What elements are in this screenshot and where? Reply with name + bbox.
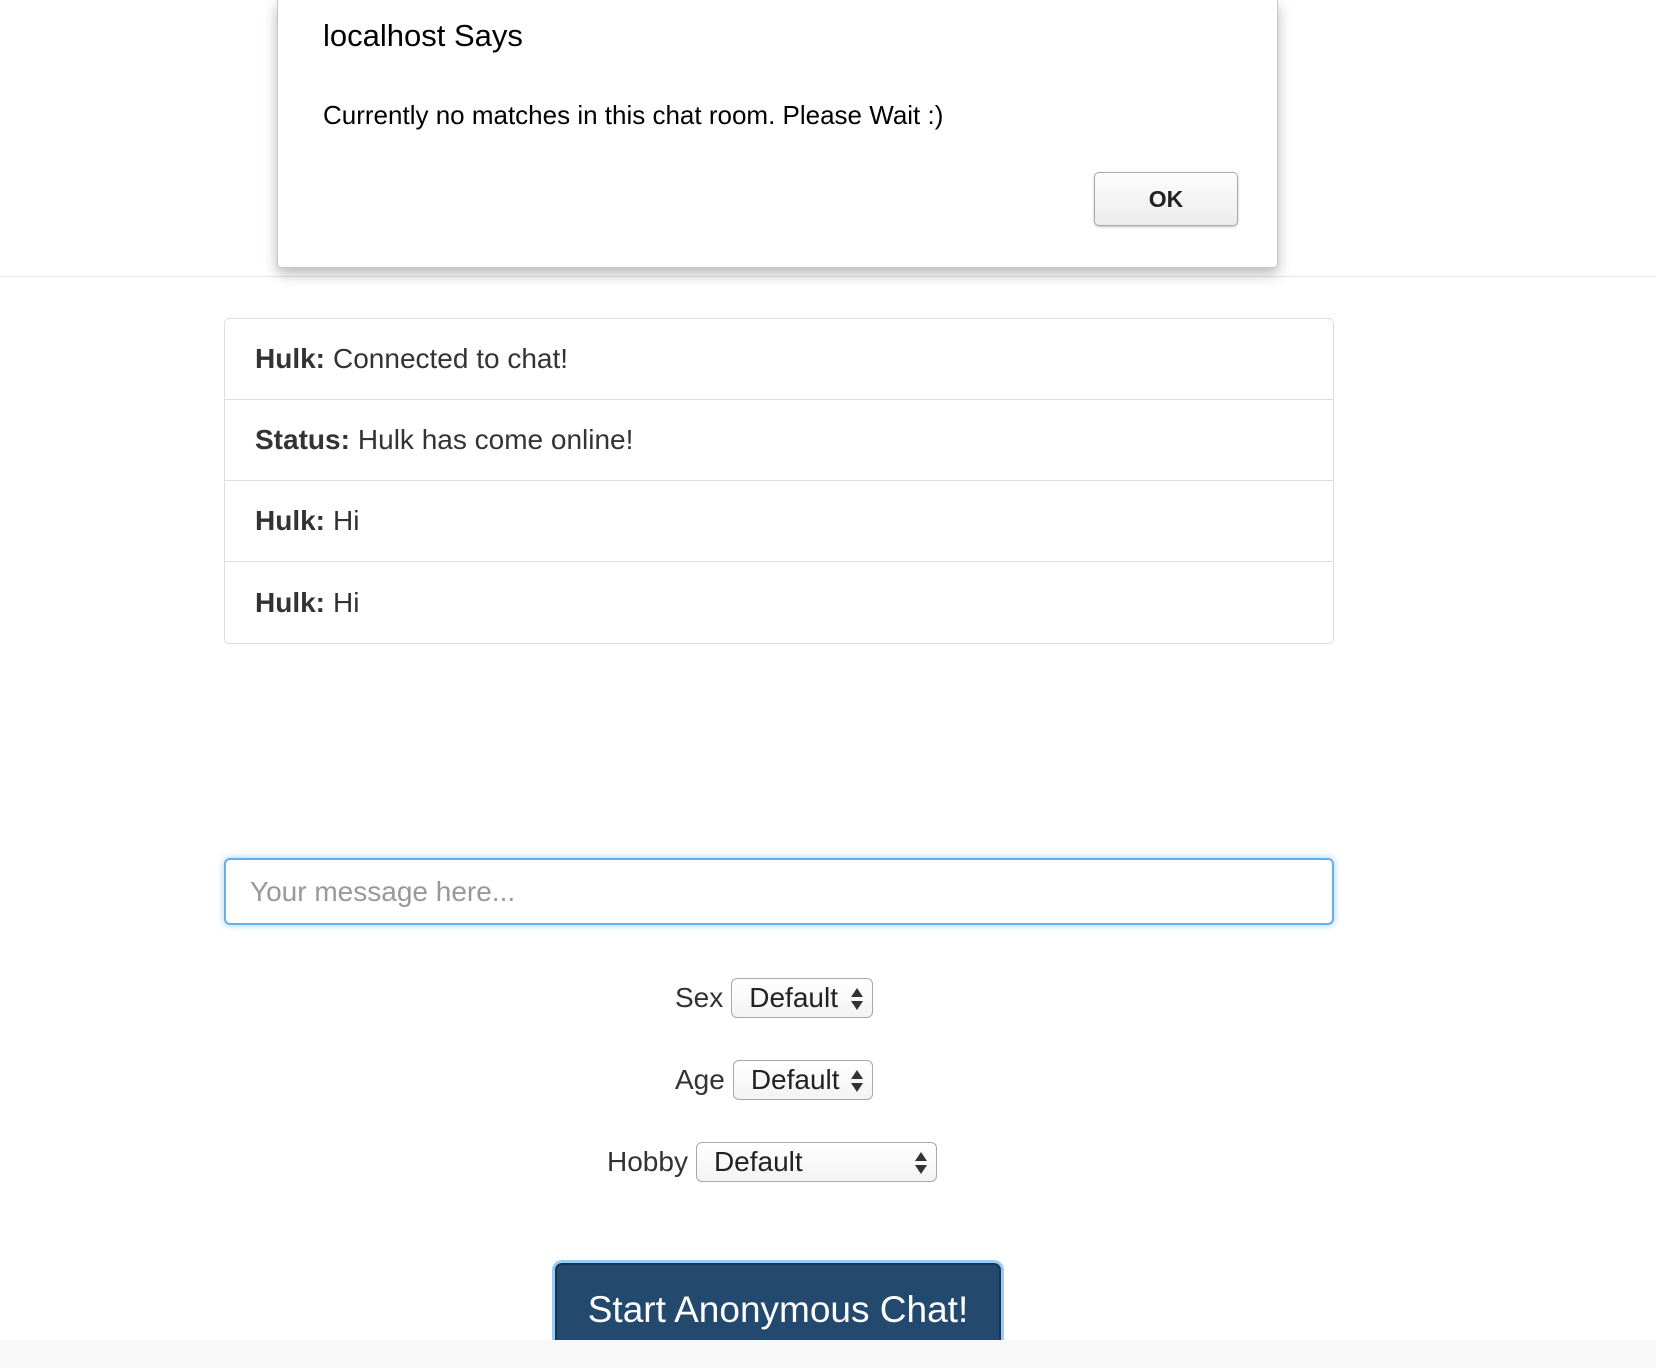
hobby-label: Hobby [607,1146,688,1177]
message-sender: Hulk: [255,505,325,536]
message-text: Hulk has come online! [357,424,634,455]
sex-select[interactable]: Default [731,978,874,1018]
sex-filter: Sex Default [675,978,874,1018]
age-filter: Age Default [675,1060,873,1100]
updown-arrows-icon [850,1070,863,1092]
message-sender: Hulk: [255,586,325,618]
footer [0,1340,1656,1368]
message-input[interactable] [224,858,1334,925]
dialog-message: Currently no matches in this chat room. … [323,100,944,130]
chat-message: Hulk: Connected to chat! [225,319,1333,400]
ok-button[interactable]: OK [1094,172,1238,226]
updown-arrows-icon [851,988,864,1010]
sex-label: Sex [675,982,724,1013]
chat-message: Hulk: Hi [225,562,1333,643]
hobby-select[interactable]: Default [695,1142,937,1182]
chat-message: Hulk: Hi [225,481,1333,562]
page: localhost Says Currently no matches in t… [0,0,1656,1368]
alert-dialog: localhost Says Currently no matches in t… [277,0,1278,268]
updown-arrows-icon [914,1152,927,1174]
message-text: Hi [333,586,360,618]
hobby-filter: Hobby Default [607,1142,937,1182]
message-sender: Status: [255,424,350,455]
age-select[interactable]: Default [732,1060,873,1100]
chat-message-list: Hulk: Connected to chat! Status: Hulk ha… [224,318,1334,644]
age-selected-value: Default [750,1064,840,1095]
message-text: Connected to chat! [333,343,569,374]
dialog-title: localhost Says [323,18,523,53]
age-label: Age [675,1064,725,1095]
chat-message: Status: Hulk has come online! [225,400,1333,481]
message-text: Hi [333,505,360,536]
hobby-selected-value: Default [713,1146,803,1177]
navbar-divider [0,276,1656,277]
message-sender: Hulk: [255,343,325,374]
sex-selected-value: Default [749,982,838,1013]
